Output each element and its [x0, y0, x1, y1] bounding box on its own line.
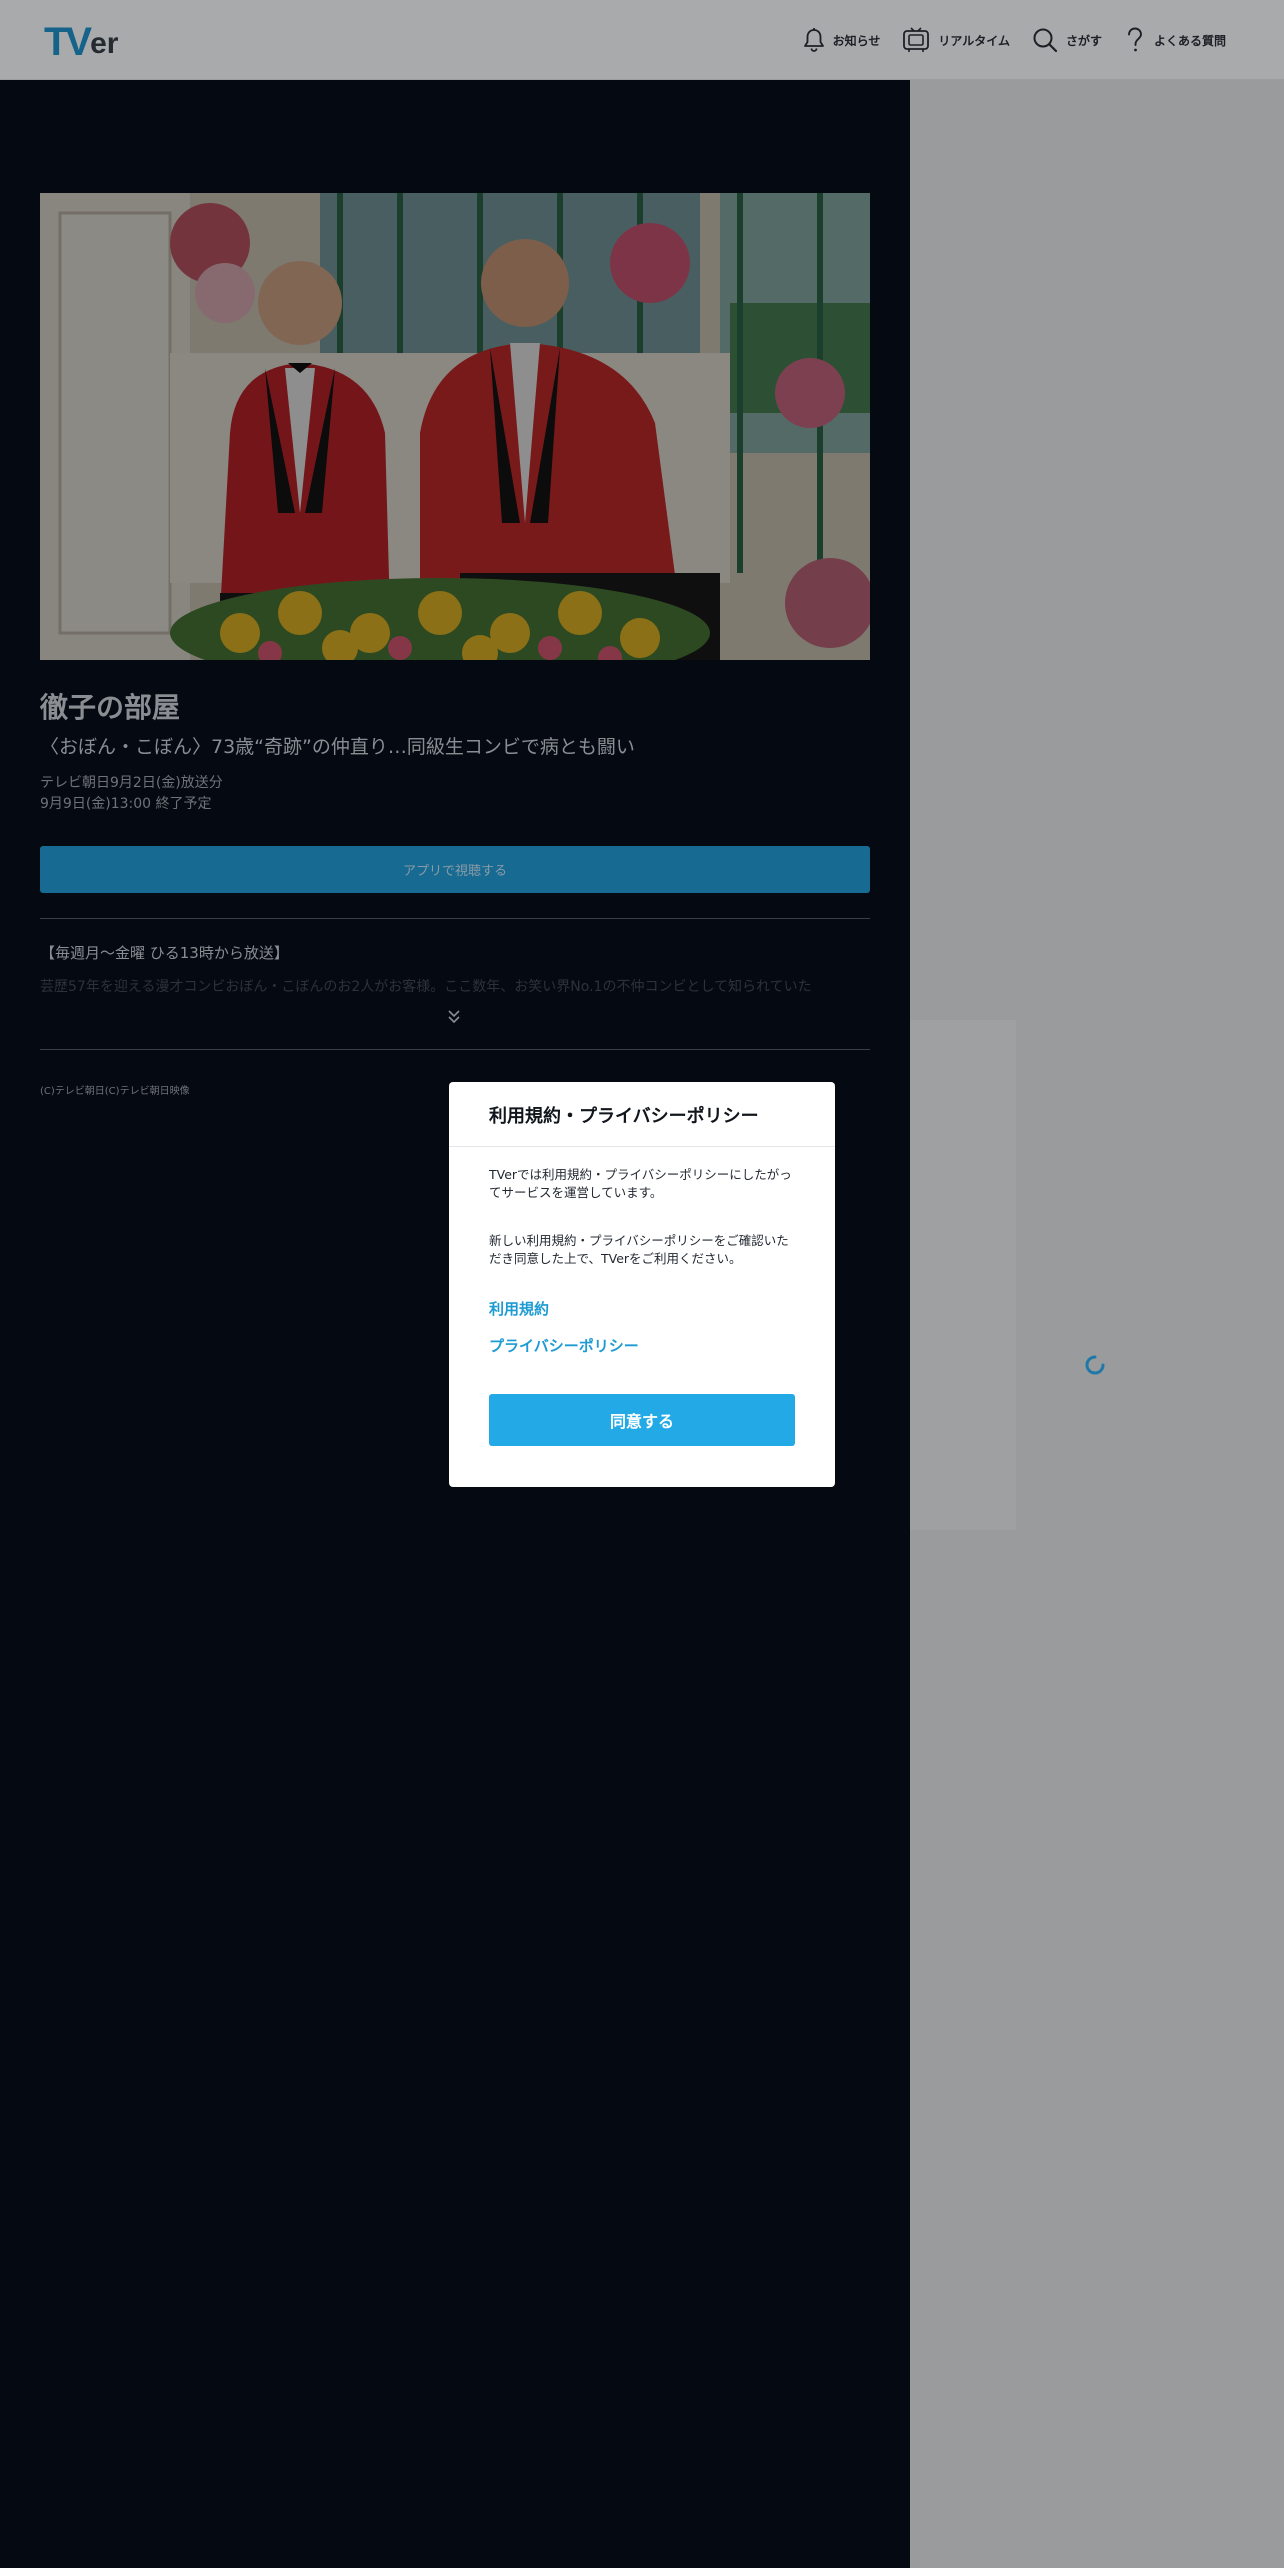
bell-icon: [803, 28, 824, 52]
tv-icon: [903, 27, 930, 52]
thumbnail-image: [40, 193, 870, 660]
episode-thumbnail[interactable]: [40, 193, 870, 660]
header: TV er お知らせ リアルタイム さがす よくある質問: [0, 0, 1284, 80]
agree-button[interactable]: 同意する: [489, 1394, 795, 1446]
episode-title: 〈おぼん・こぼん〉73歳“奇跡”の仲直り…同級生コンビで病とも闘い: [40, 736, 635, 758]
broadcast-info: テレビ朝日9月2日(金)放送分: [40, 775, 223, 791]
terms-privacy-modal: 利用規約・プライバシーポリシー TVerでは利用規約・プライバシーポリシーにした…: [449, 1082, 835, 1487]
modal-title: 利用規約・プライバシーポリシー: [489, 1106, 759, 1127]
copyright-text: (C)テレビ朝日(C)テレビ朝日映像: [40, 1086, 190, 1097]
nav-faq[interactable]: よくある質問: [1124, 26, 1226, 54]
nav-notifications[interactable]: お知らせ: [803, 27, 881, 53]
loading-spinner-icon: [1085, 1355, 1105, 1375]
question-icon: [1128, 27, 1142, 52]
search-icon: [1033, 28, 1058, 53]
expand-chevron-icon[interactable]: [446, 1008, 462, 1026]
nav-label-faq: よくある質問: [1153, 33, 1226, 48]
logo-er: er: [90, 27, 119, 60]
privacy-policy-link[interactable]: プライバシーポリシー: [489, 1335, 639, 1356]
content-placeholder: [910, 1020, 1016, 1530]
tver-logo[interactable]: TV er: [44, 18, 118, 62]
header-nav: お知らせ リアルタイム さがす よくある質問: [803, 0, 1226, 80]
description-preview: 芸歴57年を迎える漫才コンビおぼん・こぼんのお2人がお客様。ここ数年、お笑い界N…: [40, 979, 812, 995]
terms-of-use-link[interactable]: 利用規約: [489, 1298, 549, 1319]
nav-label-realtime: リアルタイム: [938, 33, 1010, 48]
modal-text-confirm: 新しい利用規約・プライバシーポリシーをご確認いただき同意した上で、TVerをご利…: [489, 1233, 789, 1266]
nav-label-search: さがす: [1065, 33, 1102, 48]
divider: [40, 1049, 870, 1050]
series-title: 徹子の部屋: [40, 691, 181, 724]
nav-search[interactable]: さがす: [1032, 27, 1102, 53]
broadcast-schedule-note: 【毎週月～金曜 ひる13時から放送】: [40, 944, 289, 962]
divider: [40, 918, 870, 919]
logo-tv: TV: [44, 20, 92, 64]
modal-text-operation: TVerでは利用規約・プライバシーポリシーにしたがってサービスを運営しています。: [489, 1167, 792, 1200]
watch-in-app-button[interactable]: アプリで視聴する: [40, 846, 870, 893]
nav-realtime[interactable]: リアルタイム: [902, 27, 1010, 53]
modal-divider: [449, 1146, 835, 1147]
end-date-info: 9月9日(金)13:00 終了予定: [40, 796, 212, 812]
nav-label-notifications: お知らせ: [832, 33, 881, 48]
